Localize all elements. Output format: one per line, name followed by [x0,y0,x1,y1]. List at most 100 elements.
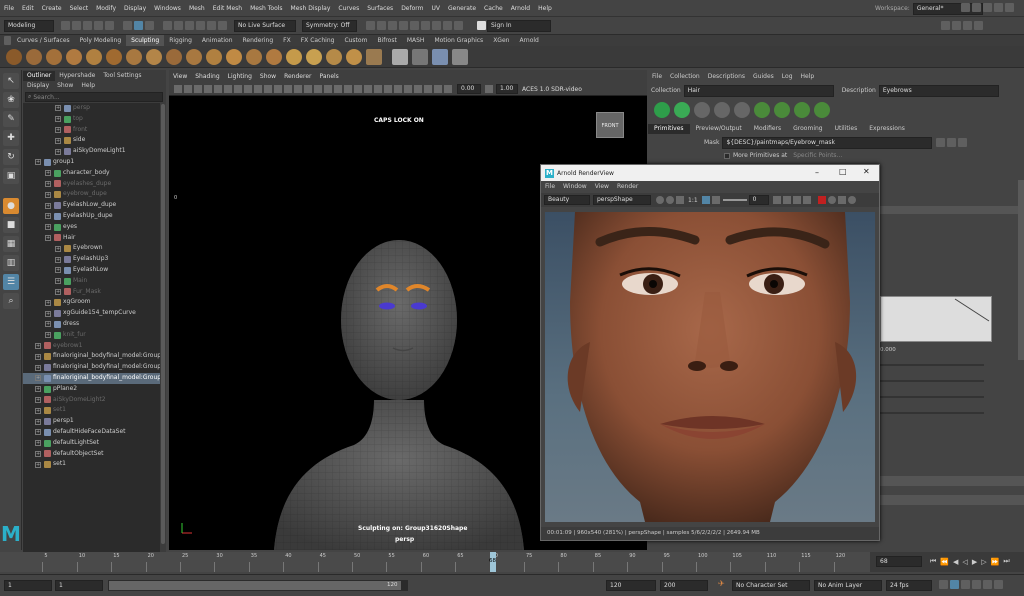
panel-layout-icon[interactable] [994,3,1003,12]
imprint-tool-icon[interactable] [186,48,202,65]
outliner-item[interactable]: + knit_fur [23,330,160,341]
outliner-item[interactable]: + EyelashUp3 [23,254,160,265]
render-settings-icon[interactable] [388,21,397,30]
wax-tool-icon[interactable] [206,48,222,65]
camera-lock-icon[interactable] [184,85,192,93]
four-layout-icon[interactable]: ▦ [3,236,19,252]
smooth-tool-icon[interactable] [26,48,42,65]
two-layout-icon[interactable]: ▥ [3,255,19,271]
xgen-tab-modifiers[interactable]: Modifiers [748,124,787,134]
expand-toggle-icon[interactable]: + [55,256,61,263]
menu-windows[interactable]: Windows [150,0,185,17]
xgen-menu-collection[interactable]: Collection [666,72,704,82]
xgen-menu-file[interactable]: File [648,72,666,82]
scrape-tool-icon[interactable] [226,48,242,65]
outliner-item[interactable]: + Main [23,276,160,287]
menu-file[interactable]: File [0,0,18,17]
go-to-start-icon[interactable]: ⏮ [930,557,936,566]
motion-blur-icon[interactable] [374,85,382,93]
field-chart-icon[interactable] [264,85,272,93]
time-ruler[interactable]: 5101520253035404550556065707580859095100… [0,552,870,572]
render-frame-icon[interactable] [366,21,375,30]
viewport-menu-show[interactable]: Show [256,70,280,83]
redo-icon[interactable] [105,21,114,30]
xray-components-icon[interactable] [434,85,442,93]
current-frame-field[interactable]: 68 [876,556,922,567]
slider-track[interactable] [880,412,984,414]
expand-toggle-icon[interactable]: + [35,461,41,468]
shelf-tab-xgen[interactable]: XGen [488,35,514,46]
outliner-item[interactable]: + EyelashLow_dupe [23,200,160,211]
ipr-icon[interactable] [837,196,846,204]
outliner-item[interactable]: + eyebrow_dupe [23,189,160,200]
outliner-item[interactable]: + dress [23,319,160,330]
xgen-tab-grooming[interactable]: Grooming [787,124,828,134]
select-hierarchy-icon[interactable] [123,21,132,30]
expand-toggle-icon[interactable]: + [35,364,41,371]
playback-end-field[interactable]: 120 [606,580,656,591]
menu-arnold[interactable]: Arnold [507,0,534,17]
expand-toggle-icon[interactable]: + [45,180,51,187]
new-scene-icon[interactable] [61,21,70,30]
menu-generate[interactable]: Generate [444,0,480,17]
viewport-menu-renderer[interactable]: Renderer [280,70,315,83]
xray-icon[interactable] [414,85,422,93]
outliner-item[interactable]: + finaloriginal_bodyfinal_model:Group1 [23,362,165,373]
smear-tool-icon[interactable] [286,48,302,65]
expand-toggle-icon[interactable]: + [55,137,61,144]
snap-plane-icon[interactable] [218,21,227,30]
save-scene-icon[interactable] [83,21,92,30]
expand-toggle-icon[interactable]: + [35,440,41,447]
menu-uv[interactable]: UV [428,0,445,17]
end-time-field[interactable]: 200 [660,580,708,591]
preferences-icon[interactable] [983,580,992,589]
close-icon[interactable]: ✕ [863,167,870,176]
channel-icon[interactable] [772,196,781,204]
gamma-icon[interactable] [485,85,493,93]
multisample-icon[interactable] [384,85,392,93]
start-time-field[interactable]: 1 [4,580,52,591]
convert-to-frozen-icon[interactable] [366,48,382,65]
view-cube-front[interactable]: FRONT [596,112,624,138]
shelf-tab-arnold[interactable]: Arnold [514,35,543,46]
expand-toggle-icon[interactable]: + [35,386,41,393]
grab-tool-icon[interactable] [66,48,82,65]
expand-toggle-icon[interactable]: + [35,342,41,349]
expand-toggle-icon[interactable]: + [35,407,41,414]
more-primitives-checkbox[interactable] [724,152,730,159]
mask-expression-field[interactable]: ${DESC}/paintmaps/Eyebrow_mask [722,136,933,149]
debug-shading-icon[interactable] [666,196,674,204]
expand-toggle-icon[interactable]: + [35,429,41,436]
select-guide-icon[interactable] [714,102,730,118]
viewport-menu-panels[interactable]: Panels [315,70,342,83]
expand-toggle-icon[interactable]: + [35,450,41,457]
expand-toggle-icon[interactable]: + [55,126,61,133]
menu-curves[interactable]: Curves [334,0,363,17]
gate-mask-icon[interactable] [254,85,262,93]
shelf-gear-icon[interactable] [4,36,11,45]
expand-toggle-icon[interactable]: + [45,332,51,339]
menu-mesh-tools[interactable]: Mesh Tools [246,0,286,17]
film-gate-icon[interactable] [234,85,242,93]
section-header[interactable] [880,495,1024,505]
expand-toggle-icon[interactable]: + [45,202,51,209]
symmetry-dropdown[interactable]: Symmetry: Off [302,19,357,32]
outliner-item[interactable]: + defaultHideFaceDataSet [23,427,160,438]
mesh-icon[interactable] [392,48,408,65]
slider-track[interactable] [880,364,984,366]
sculpt-brush-icon[interactable]: ● [3,198,19,214]
section-header[interactable] [880,206,1024,214]
hypershade-icon[interactable] [399,21,408,30]
snap-point-icon[interactable] [185,21,194,30]
renderview-titlebar[interactable]: M Arnold RenderView – □ ✕ [541,165,879,181]
sound-icon[interactable] [961,580,970,589]
snap-curve-icon[interactable] [174,21,183,30]
blend-shape-icon[interactable] [412,48,428,65]
play-backward-icon[interactable]: ◁ [962,558,967,566]
zoom-ratio[interactable]: 1:1 [688,197,698,204]
exposure-icon[interactable] [711,196,720,204]
outliner-item[interactable]: + Hair [23,233,160,244]
layer-icon[interactable] [432,48,448,65]
toggle-tool-settings-icon[interactable] [963,21,972,30]
maximize-icon[interactable]: □ [839,167,847,176]
